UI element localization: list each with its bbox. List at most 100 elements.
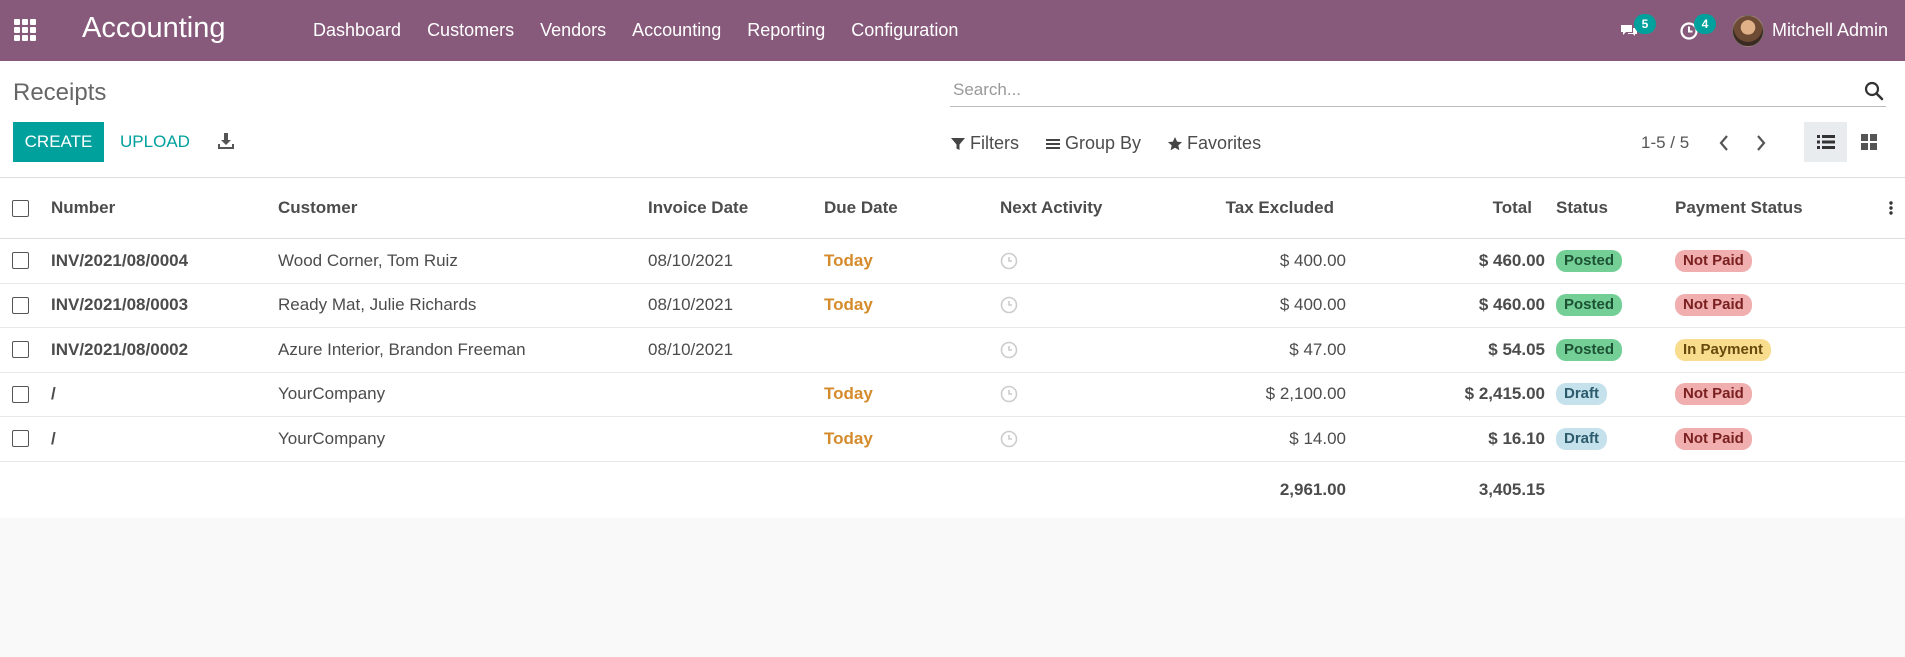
total-sum: 3,405.15 [1478,479,1545,499]
total: $ 16.10 [1488,428,1545,448]
app-title[interactable]: Accounting [82,12,226,45]
filter-icon [951,137,965,150]
status-badge: Draft [1556,383,1608,406]
column-header-customer[interactable]: Customer [278,178,357,238]
menu-item-dashboard[interactable]: Dashboard [300,0,414,61]
search-icon[interactable] [1864,81,1884,101]
user-name: Mitchell Admin [1771,20,1888,40]
tax-excluded: $ 400.00 [1279,250,1346,270]
status-badge: Posted [1556,338,1623,361]
menu-item-configuration[interactable]: Configuration [838,0,971,61]
customer-name: YourCompany [278,428,386,448]
column-header-next-activity[interactable]: Next Activity [1000,178,1102,238]
activities-button[interactable]: 4 [1672,0,1716,61]
column-header-due-date[interactable]: Due Date [824,178,898,238]
invoice-date: 08/10/2021 [648,295,734,315]
table-row[interactable]: INV/2021/08/0004 Wood Corner, Tom Ruiz 0… [0,239,1905,284]
tax-excluded: $ 400.00 [1279,295,1346,315]
group-by-label: Group By [1065,133,1142,153]
invoice-date: 08/10/2021 [648,250,734,270]
activity-clock-icon[interactable] [1000,252,1018,270]
create-button[interactable]: CREATE [13,122,104,162]
user-menu[interactable]: Mitchell Admin [1731,14,1888,47]
optional-columns-icon[interactable] [1889,178,1899,238]
tax-excluded: $ 47.00 [1289,339,1346,359]
due-date: Today [824,384,873,404]
favorites-button[interactable]: Favorites [1167,133,1261,154]
invoice-date: 08/10/2021 [648,339,734,359]
menu-item-vendors[interactable]: Vendors [527,0,619,61]
total: $ 460.00 [1478,295,1545,315]
total: $ 54.05 [1488,339,1545,359]
column-header-payment-status[interactable]: Payment Status [1675,178,1803,238]
activity-clock-icon[interactable] [1000,296,1018,314]
activity-clock-icon[interactable] [1000,385,1018,403]
breadcrumb: Receipts [13,79,107,106]
table-footer-totals: 2,961.00 3,405.15 [0,462,1905,518]
invoice-number: / [51,428,56,448]
table-row[interactable]: INV/2021/08/0003 Ready Mat, Julie Richar… [0,284,1905,328]
upload-button[interactable]: UPLOAD [110,122,200,162]
column-header-total[interactable]: Total [1360,178,1532,238]
row-checkbox[interactable] [12,385,29,403]
payment-status-badge: Not Paid [1675,294,1752,317]
star-icon [1167,136,1183,150]
search-input[interactable] [950,75,1886,105]
chevron-left-icon[interactable] [1714,131,1734,155]
filters-button[interactable]: Filters [950,133,1019,154]
payment-status-badge: Not Paid [1675,427,1752,450]
invoice-number: INV/2021/08/0003 [51,295,189,315]
chevron-right-icon[interactable] [1751,131,1771,155]
due-date: Today [824,428,873,448]
search-bar [950,75,1886,107]
row-checkbox[interactable] [12,252,29,270]
search-options: Filters Group By Favorites [950,133,1287,154]
total: $ 2,415.00 [1464,384,1545,404]
due-date: Today [824,250,873,270]
navbar-systray: 5 4 Mitchell Admin [1612,0,1905,61]
select-all-checkbox[interactable] [12,199,29,217]
kanban-grid-icon [1860,134,1877,150]
list-view-button[interactable] [1804,122,1847,162]
control-panel: Receipts CREATE UPLOAD Filters Group By … [0,61,1905,178]
column-header-status[interactable]: Status [1556,178,1608,238]
menu-item-reporting[interactable]: Reporting [734,0,838,61]
row-checkbox[interactable] [12,296,29,314]
customer-name: Ready Mat, Julie Richards [278,295,477,315]
column-header-tax-excluded[interactable]: Tax Excluded [1160,178,1334,238]
tax-excluded-sum: 2,961.00 [1279,479,1346,499]
apps-menu-icon[interactable] [14,19,36,41]
payment-status-badge: Not Paid [1675,249,1752,272]
group-by-button[interactable]: Group By [1045,133,1141,154]
avatar [1731,14,1764,47]
list-icon [1816,135,1835,149]
messages-button[interactable]: 5 [1612,0,1656,61]
payment-status-badge: Not Paid [1675,383,1752,406]
menu-item-accounting[interactable]: Accounting [619,0,734,61]
activity-clock-icon[interactable] [1000,341,1018,359]
pager-value[interactable]: 1-5 / 5 [1641,133,1689,153]
table-row[interactable]: INV/2021/08/0002 Azure Interior, Brandon… [0,328,1905,373]
customer-name: Wood Corner, Tom Ruiz [278,250,458,270]
table-row[interactable]: / YourCompany Today $ 2,100.00 $ 2,415.0… [0,373,1905,417]
bars-icon [1046,138,1060,149]
row-checkbox[interactable] [12,341,29,359]
activity-clock-icon[interactable] [1000,430,1018,448]
customer-name: YourCompany [278,384,386,404]
download-icon[interactable] [216,131,236,151]
menu-item-customers[interactable]: Customers [414,0,527,61]
invoice-number: INV/2021/08/0002 [51,339,189,359]
invoice-number: INV/2021/08/0004 [51,250,189,270]
invoice-number: / [51,384,56,404]
tax-excluded: $ 14.00 [1289,428,1346,448]
column-header-number[interactable]: Number [51,178,115,238]
status-badge: Posted [1556,294,1623,317]
favorites-label: Favorites [1187,133,1262,153]
row-checkbox[interactable] [12,430,29,448]
status-badge: Posted [1556,249,1623,272]
tax-excluded: $ 2,100.00 [1265,384,1346,404]
column-header-invoice-date[interactable]: Invoice Date [648,178,748,238]
table-header: Number Customer Invoice Date Due Date Ne… [0,178,1905,239]
table-row[interactable]: / YourCompany Today $ 14.00 $ 16.10 Draf… [0,417,1905,462]
kanban-view-button[interactable] [1847,122,1890,162]
